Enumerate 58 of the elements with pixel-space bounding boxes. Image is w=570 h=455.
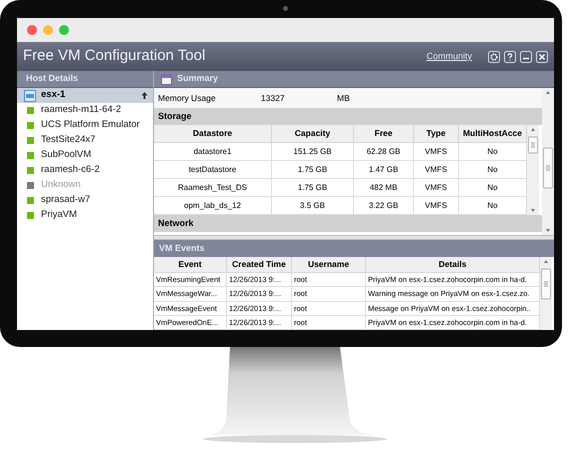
calendar-icon — [161, 74, 172, 84]
table-cell: No — [459, 161, 527, 179]
host-name: raamesh-m11-64-2 — [41, 103, 122, 118]
column-header[interactable]: MultiHostAcce — [459, 125, 527, 143]
column-header[interactable]: Event — [154, 257, 227, 274]
section-title: Summary — [177, 72, 218, 86]
table-cell: testDatastore — [154, 161, 272, 179]
close-icon[interactable] — [536, 50, 548, 62]
memory-value: 13327 — [261, 92, 286, 104]
host-name: PriyaVM — [41, 208, 78, 222]
table-cell: VMFS — [414, 161, 459, 179]
host-name: raamesh-c6-2 — [41, 163, 101, 178]
table-cell: 1.75 GB — [272, 161, 354, 179]
column-header[interactable]: Capacity — [272, 125, 354, 143]
table-cell: VMFS — [414, 179, 459, 197]
table-cell: 1.47 GB — [354, 161, 414, 179]
community-link[interactable]: Community — [426, 50, 472, 64]
section-header: Storage — [154, 108, 542, 125]
host-name: esx-1 — [41, 88, 66, 102]
settings-icon[interactable] — [488, 50, 500, 62]
panel-header: Host Details — [17, 71, 153, 88]
table-cell: Raamesh_Test_DS — [154, 179, 272, 197]
memory-unit: MB — [337, 92, 350, 104]
table-cell: 62.28 GB — [354, 143, 414, 161]
table-cell: datastore1 — [154, 143, 272, 161]
column-header[interactable]: Details — [366, 257, 540, 274]
table-cell: 151.25 GB — [272, 143, 354, 161]
table-cell: VMFS — [414, 143, 459, 161]
table-cell: 1.75 GB — [272, 179, 354, 197]
minimize-icon[interactable] — [520, 50, 532, 62]
memory-label: Memory Usage — [158, 92, 217, 104]
help-icon[interactable] — [504, 50, 516, 62]
scrollbar[interactable] — [542, 88, 554, 235]
table-cell: opm_lab_ds_12 — [154, 197, 272, 215]
column-header[interactable]: Type — [414, 125, 459, 143]
table-cell: 3.22 GB — [354, 197, 414, 215]
table-cell: 3.5 GB — [272, 197, 354, 215]
host-item[interactable]: esx-1 — [17, 88, 153, 103]
host-name: UCS Platform Emulator — [41, 118, 141, 132]
column-header[interactable]: Username — [292, 257, 366, 274]
panel-header: VM Events — [154, 240, 554, 257]
host-name: TestSite24x7 — [41, 133, 96, 148]
host-name: Unknown — [41, 178, 82, 192]
scrollbar[interactable] — [527, 125, 539, 215]
column-header[interactable]: Datastore — [154, 125, 272, 143]
section-header: Network — [154, 215, 542, 232]
table-cell: VMFS — [414, 197, 459, 215]
table-cell: No — [459, 197, 527, 215]
host-name: sprasad-w7 — [41, 193, 92, 208]
column-header[interactable]: Created Time — [227, 257, 292, 274]
column-header[interactable]: Free — [354, 125, 414, 143]
table-cell: No — [459, 179, 527, 197]
host-name: SubPoolVM — [41, 148, 92, 162]
table-cell: No — [459, 143, 527, 161]
window-title: Free VM Configuration Tool — [23, 46, 206, 66]
table-cell: 482 MB — [354, 179, 414, 197]
scrollbar[interactable] — [540, 257, 552, 330]
up-arrow-icon[interactable] — [140, 91, 149, 100]
